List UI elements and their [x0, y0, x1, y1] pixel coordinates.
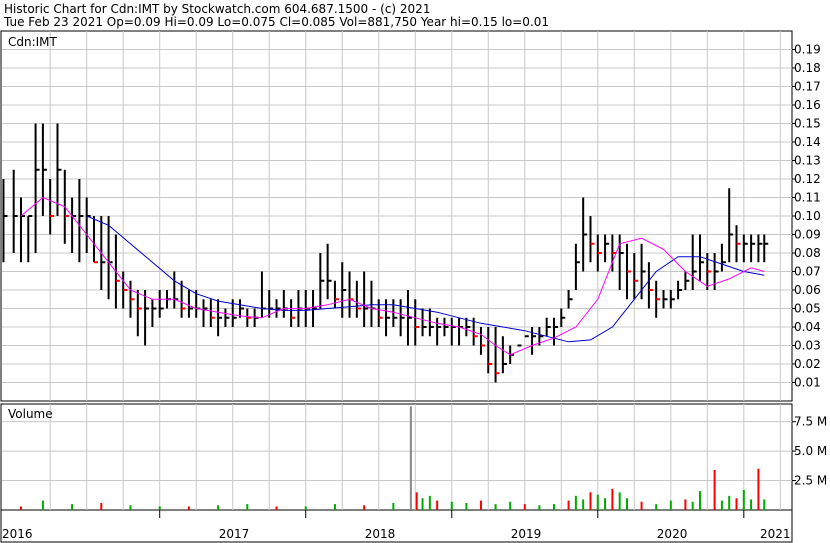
volume-bar: [523, 504, 526, 510]
volume-bar: [275, 506, 278, 510]
price-tick-label: 0.10: [794, 209, 821, 223]
volume-bar: [589, 492, 592, 510]
volume-bar: [618, 492, 621, 510]
volume-bar: [757, 468, 760, 510]
price-tick-label: 0.02: [794, 357, 821, 371]
volume-bar: [625, 498, 628, 510]
volume-bar: [363, 505, 366, 510]
price-tick-label: 0.11: [794, 191, 821, 205]
volume-bar: [436, 500, 439, 510]
volume-bar: [465, 502, 468, 510]
volume-bar: [100, 502, 103, 510]
year-label: 2018: [365, 527, 396, 541]
volume-panel: [0, 403, 793, 511]
volume-bar: [479, 500, 482, 510]
volume-bar: [699, 491, 702, 510]
volume-bar: [129, 505, 132, 510]
volume-bar: [246, 504, 249, 510]
volume-bar: [611, 488, 614, 510]
volume-bar: [428, 495, 431, 510]
price-tick-label: 0.06: [794, 283, 821, 297]
volume-bar: [728, 495, 731, 510]
price-tick-label: 0.05: [794, 302, 821, 316]
volume-bar: [392, 502, 395, 510]
volume-bar: [158, 506, 161, 510]
volume-bar: [655, 504, 658, 510]
volume-tick-label: 7.5 M: [794, 415, 827, 429]
volume-bar: [538, 505, 541, 510]
volume-bar: [509, 501, 512, 510]
price-tick-label: 0.07: [794, 265, 821, 279]
volume-bar: [421, 498, 424, 510]
price-tick-label: 0.03: [794, 339, 821, 353]
volume-bar: [640, 501, 643, 510]
price-tick-label: 0.09: [794, 228, 821, 242]
price-tick-label: 0.18: [794, 61, 821, 75]
price-tick-label: 0.12: [794, 172, 821, 186]
volume-bar: [409, 406, 412, 510]
price-tick-label: 0.19: [794, 43, 821, 57]
symbol-label: Cdn:IMT: [8, 35, 58, 49]
volume-bar: [596, 494, 599, 510]
volume-bar: [684, 499, 687, 510]
volume-label: Volume: [8, 407, 53, 421]
price-tick-label: 0.04: [794, 320, 821, 334]
volume-bar: [41, 500, 44, 510]
price-tick-label: 0.08: [794, 246, 821, 260]
header-title: Historic Chart for Cdn:IMT by Stockwatch…: [4, 2, 430, 16]
volume-tick-label: 2.5 M: [794, 474, 827, 488]
volume-bar: [217, 505, 220, 510]
volume-bar: [763, 499, 766, 510]
volume-tick-label: 5.0 M: [794, 444, 827, 458]
volume-bar: [187, 506, 190, 510]
volume-bar: [691, 501, 694, 510]
volume-bar: [567, 500, 570, 510]
volume-bar: [333, 504, 336, 510]
price-tick-label: 0.13: [794, 154, 821, 168]
price-tick-label: 0.01: [794, 376, 821, 390]
stock-chart: Historic Chart for Cdn:IMT by Stockwatch…: [0, 2, 827, 543]
volume-bar: [574, 495, 577, 510]
price-axis: 0.19 0.18 0.17 0.16 0.15 0.14 0.13 0.12 0.11 0.10…: [792, 43, 821, 390]
volume-bar: [494, 504, 497, 510]
volume-axis: 7.5 M 5.0 M 2.5 M: [792, 415, 827, 488]
volume-bar: [742, 489, 745, 510]
volume-bar: [669, 500, 672, 510]
year-label: 2019: [511, 527, 542, 541]
volume-bar: [71, 504, 74, 510]
volume-bar: [582, 499, 585, 510]
year-label: 2017: [219, 527, 250, 541]
year-label: 2016: [2, 527, 33, 541]
volume-bar: [304, 506, 307, 510]
price-tick-label: 0.16: [794, 98, 821, 112]
year-label: 2020: [657, 527, 688, 541]
volume-bar: [19, 506, 22, 510]
volume-bar: [552, 504, 555, 510]
header-quote: Tue Feb 23 2021 Op=0.09 Hi=0.09 Lo=0.075…: [3, 15, 549, 29]
year-label: 2021: [760, 527, 791, 541]
volume-bar: [604, 498, 607, 510]
price-tick-label: 0.17: [794, 80, 821, 94]
price-tick-label: 0.15: [794, 117, 821, 131]
volume-bar: [713, 469, 716, 510]
volume-bar: [415, 492, 418, 510]
volume-bar: [450, 501, 453, 510]
volume-bar: [735, 498, 738, 510]
volume-bar: [750, 499, 753, 510]
volume-bar: [720, 500, 723, 510]
price-tick-label: 0.14: [794, 135, 821, 149]
